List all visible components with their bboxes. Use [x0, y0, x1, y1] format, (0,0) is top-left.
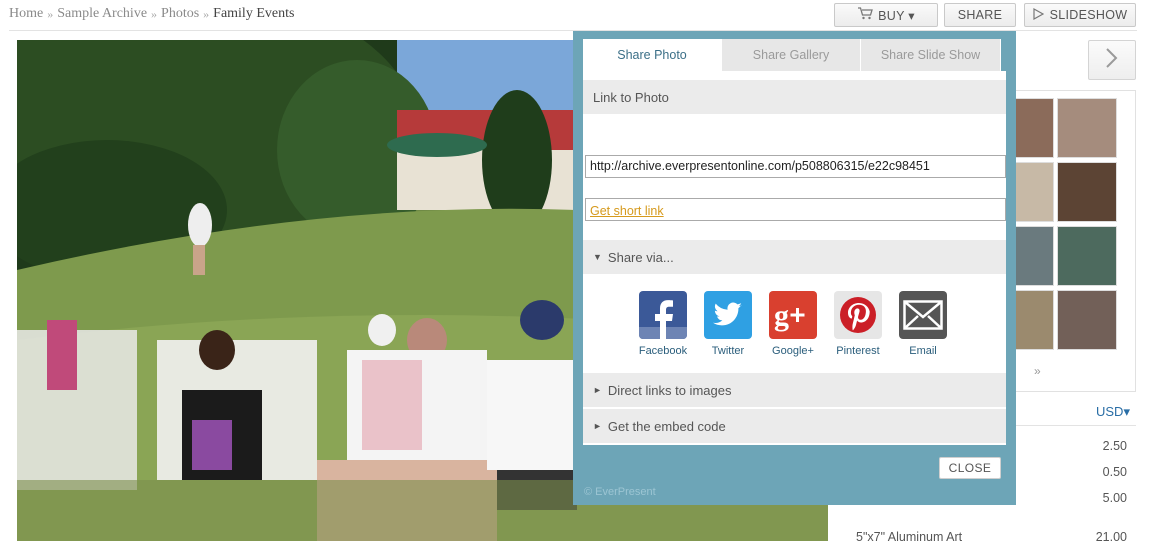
thumbnail[interactable] — [1012, 226, 1054, 286]
thumbnail[interactable] — [1057, 226, 1117, 286]
breadcrumb-photos[interactable]: Photos — [161, 6, 199, 22]
breadcrumb: Home » Sample Archive » Photos » Family … — [9, 6, 294, 22]
play-icon — [1033, 7, 1044, 23]
tab-share-slideshow[interactable]: Share Slide Show — [861, 39, 1001, 71]
breadcrumb-separator: » — [47, 6, 54, 21]
price-value: 5.00 — [1102, 491, 1127, 505]
direct-links-toggle[interactable]: ► Direct links to images — [583, 373, 1006, 407]
share-via-toggle[interactable]: ▼ Share via... — [583, 240, 1006, 274]
direct-links-label: Direct links to images — [607, 382, 732, 398]
share-facebook-button[interactable]: Facebook — [638, 291, 688, 357]
brand-footer: © EverPresent — [584, 486, 656, 498]
breadcrumb-current: Family Events — [213, 6, 295, 21]
share-google-plus-button[interactable]: g Google+ — [768, 291, 818, 357]
buy-label: BUY ▾ — [878, 8, 915, 23]
thumbnail[interactable] — [1057, 162, 1117, 222]
close-button[interactable]: CLOSE — [939, 457, 1001, 479]
breadcrumb-archive[interactable]: Sample Archive — [57, 6, 147, 22]
facebook-label: Facebook — [638, 345, 688, 357]
chevron-right-icon — [1105, 47, 1119, 74]
thumbnail[interactable] — [1057, 290, 1117, 350]
share-twitter-button[interactable]: Twitter — [703, 291, 753, 357]
thumbnail[interactable] — [1057, 98, 1117, 158]
share-email-button[interactable]: Email — [898, 291, 948, 357]
breadcrumb-separator: » — [151, 6, 158, 21]
share-pinterest-button[interactable]: Pinterest — [833, 291, 883, 357]
buy-button[interactable]: BUY ▾ — [834, 3, 938, 27]
currency-select[interactable]: USD▾ — [1096, 404, 1130, 420]
share-via-label: Share via... — [607, 249, 674, 265]
google-plus-label: Google+ — [772, 345, 814, 357]
breadcrumb-separator: » — [203, 6, 210, 21]
twitter-icon — [704, 291, 752, 339]
link-to-photo-heading: Link to Photo — [583, 80, 1006, 114]
embed-code-label: Get the embed code — [607, 418, 726, 434]
photo-url-field[interactable]: http://archive.everpresentonline.com/p50… — [585, 155, 1006, 178]
get-short-link[interactable]: Get short link — [590, 204, 664, 218]
share-tabs: Share Photo Share Gallery Share Slide Sh… — [583, 39, 1006, 71]
embed-code-toggle[interactable]: ► Get the embed code — [583, 409, 1006, 443]
thumbnail[interactable] — [1012, 290, 1054, 350]
breadcrumb-home[interactable]: Home — [9, 6, 43, 22]
caret-right-icon: ► — [593, 421, 602, 431]
slideshow-label: SLIDESHOW — [1049, 8, 1128, 22]
thumbnail[interactable] — [1012, 98, 1054, 158]
slideshow-button[interactable]: SLIDESHOW — [1024, 3, 1136, 27]
google-plus-icon: g — [769, 291, 817, 339]
twitter-label: Twitter — [711, 345, 745, 357]
price-value: 21.00 — [1095, 530, 1127, 541]
share-dialog: Share Photo Share Gallery Share Slide Sh… — [573, 31, 1016, 505]
price-value: 2.50 — [1102, 439, 1127, 453]
price-value: 0.50 — [1102, 465, 1127, 479]
price-item-label: 5"x7" Aluminum Art — [856, 530, 963, 541]
facebook-icon — [639, 291, 687, 339]
thumbnail[interactable] — [1012, 162, 1054, 222]
svg-text:g: g — [774, 299, 789, 332]
short-link-field[interactable]: Get short link — [585, 198, 1006, 221]
price-divider — [1012, 425, 1136, 426]
tab-share-gallery[interactable]: Share Gallery — [722, 39, 861, 71]
thumbnails-more-link[interactable]: » — [1034, 364, 1041, 378]
tab-share-photo[interactable]: Share Photo — [583, 39, 722, 71]
cart-icon — [857, 7, 873, 23]
email-label: Email — [909, 345, 937, 357]
share-button[interactable]: SHARE — [944, 3, 1016, 27]
caret-down-icon: ▼ — [593, 252, 602, 262]
caret-right-icon: ► — [593, 385, 602, 395]
share-dialog-body: Share Photo Share Gallery Share Slide Sh… — [583, 39, 1006, 445]
pinterest-label: Pinterest — [836, 345, 880, 357]
email-icon — [899, 291, 947, 339]
pinterest-icon — [834, 291, 882, 339]
next-photo-button[interactable] — [1088, 40, 1136, 80]
